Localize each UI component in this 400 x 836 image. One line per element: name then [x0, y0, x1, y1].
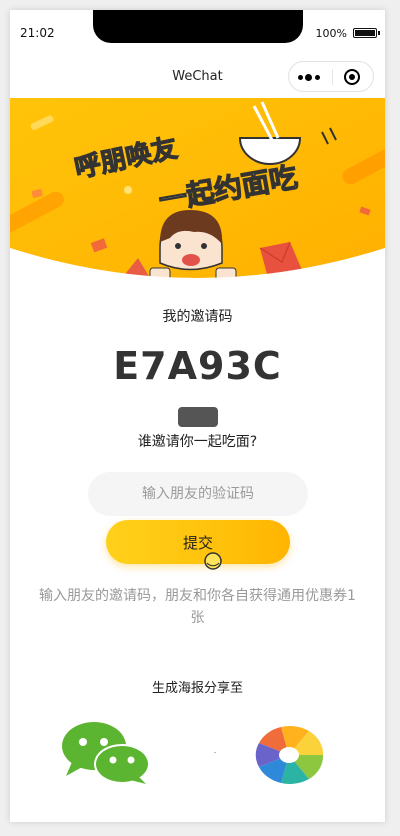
invite-code: E7A93C [113, 344, 282, 388]
coupon-hint: 输入朋友的邀请码，朋友和你各自获得通用优惠券1 张 [10, 585, 385, 629]
invited-by-question: 谁邀请你一起吃面? [137, 434, 258, 450]
banner-illustration: 呼朋唤友 一起约面吃 [10, 98, 385, 286]
battery-percent: 100% [315, 27, 347, 40]
divider-dot [214, 752, 216, 753]
moments-icon[interactable] [251, 726, 327, 784]
phone-screen: 21:02 100% WeChat 呼朋唤友 一起约面吃 我的邀请码 E7A93… [10, 10, 385, 822]
mini-program-capsule [288, 61, 374, 92]
coupon-hint-line1: 输入朋友的邀请码，朋友和你各自获得通用优惠券1 [39, 588, 356, 604]
copy-code-button[interactable] [178, 407, 218, 427]
cursor-icon [204, 552, 222, 570]
coupon-hint-line2: 张 [190, 610, 205, 626]
friend-code-input[interactable] [88, 472, 308, 516]
status-bar: 21:02 100% [10, 10, 385, 54]
close-target-icon[interactable] [344, 69, 360, 85]
status-time: 21:02 [20, 26, 55, 40]
promo-banner: 呼朋唤友 一起约面吃 [10, 98, 385, 286]
submit-button[interactable]: 提交 [106, 520, 290, 564]
share-poster-label: 生成海报分享至 [151, 681, 243, 696]
invite-code-label: 我的邀请码 [162, 309, 233, 325]
capsule-divider [332, 69, 333, 85]
battery-icon [353, 28, 380, 38]
wechat-icon[interactable] [60, 722, 152, 784]
more-dots-icon[interactable] [298, 70, 324, 84]
